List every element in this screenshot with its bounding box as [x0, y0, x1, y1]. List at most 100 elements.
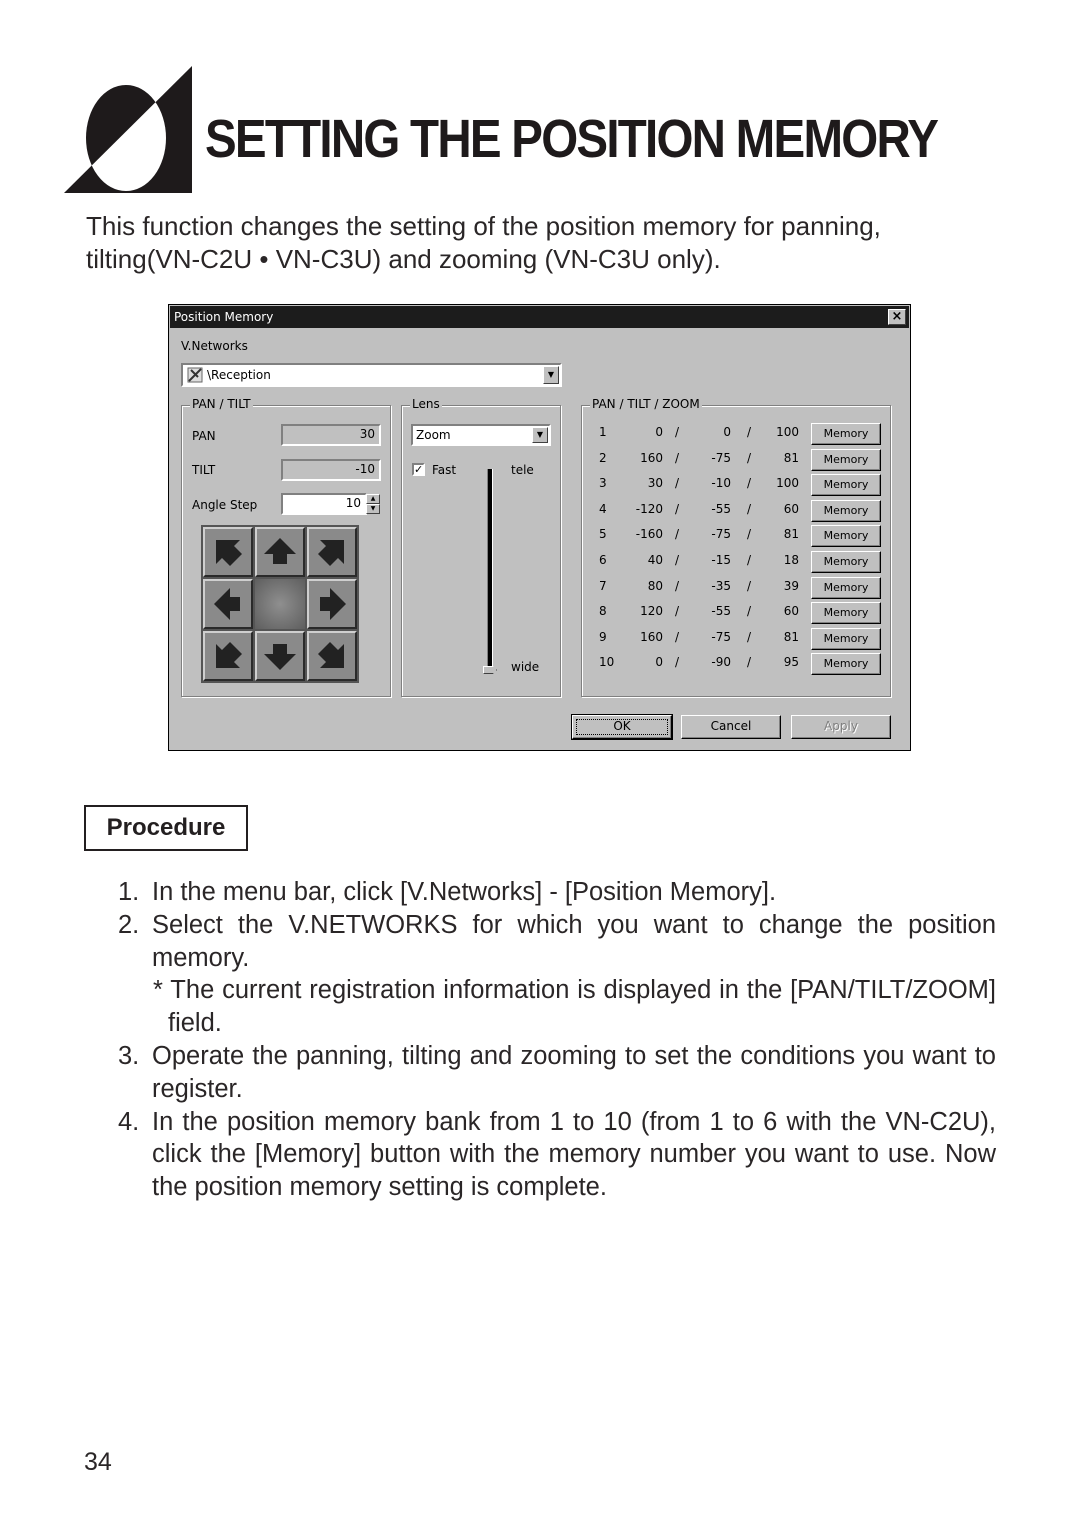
step-number: 2. — [118, 910, 140, 939]
step-number: 3. — [118, 1041, 140, 1070]
zoom-slider-track[interactable] — [487, 469, 493, 673]
memory-button-2[interactable]: Memory — [811, 448, 881, 471]
memory-zoom: 81 — [783, 450, 799, 465]
move-up-left-button[interactable] — [203, 527, 253, 577]
memory-button-7[interactable]: Memory — [811, 576, 881, 599]
separator: / — [747, 425, 752, 439]
move-left-button[interactable] — [203, 579, 253, 629]
position-memory-dialog: Position Memory × V.Networks \Reception … — [168, 304, 911, 751]
memory-number: 1 — [599, 425, 607, 439]
memory-row: 9 160 / -75 / 81 Memory — [599, 627, 889, 650]
page-title: SETTING THE POSITION MEMORY — [205, 109, 939, 169]
memory-row: 5 -160 / -75 / 81 Memory — [599, 525, 889, 548]
memory-pan: 160 — [640, 629, 663, 644]
memory-button-10[interactable]: Memory — [811, 653, 881, 676]
memory-pan: -160 — [635, 527, 663, 542]
arrow-down-right-icon — [318, 642, 344, 668]
memory-tilt: -75 — [711, 450, 731, 465]
memory-row: 6 40 / -15 / 18 Memory — [599, 551, 889, 573]
memory-tilt: -75 — [711, 629, 731, 644]
step-text: In the menu bar, click [V.Networks] - [P… — [152, 878, 777, 906]
separator: / — [747, 553, 752, 567]
memory-button-5[interactable]: Memory — [811, 525, 881, 548]
memory-number: 3 — [599, 476, 607, 491]
move-down-right-button[interactable] — [307, 631, 357, 681]
separator: / — [675, 476, 680, 491]
move-right-button[interactable] — [307, 579, 357, 629]
memory-button-4[interactable]: Memory — [811, 499, 881, 522]
fast-checkbox[interactable]: ✓ — [412, 463, 425, 476]
pan-label: PAN — [192, 429, 216, 443]
memory-row: 8 120 / -55 / 60 Memory — [599, 602, 889, 625]
memory-button-6[interactable]: Memory — [811, 551, 881, 573]
procedure-step: 3. Operate the panning, tilting and zoomi… — [118, 1040, 996, 1106]
move-up-right-button[interactable] — [307, 527, 357, 577]
memory-number: 7 — [599, 578, 607, 593]
arrow-down-icon — [264, 644, 296, 670]
fast-label: Fast — [432, 463, 457, 477]
memory-zoom: 60 — [783, 501, 799, 516]
dialog-titlebar[interactable]: Position Memory × — [170, 306, 909, 328]
memory-button-9[interactable]: Memory — [811, 627, 881, 650]
memory-zoom: 95 — [783, 655, 799, 670]
memory-row: 2 160 / -75 / 81 Memory — [599, 448, 889, 471]
close-button[interactable]: × — [888, 309, 906, 325]
separator: / — [675, 501, 680, 516]
step-number: 1. — [118, 878, 140, 906]
arrow-right-icon — [320, 588, 346, 620]
memory-number: 8 — [599, 604, 607, 619]
memory-number: 4 — [599, 501, 607, 516]
separator: / — [675, 655, 680, 670]
arrow-up-left-icon — [216, 540, 242, 566]
step-text: Select the V.NETWORKS for which you want… — [152, 910, 996, 972]
memory-pan: 30 — [647, 476, 663, 491]
move-down-left-button[interactable] — [203, 631, 253, 681]
lens-mode-select[interactable]: Zoom ▼ — [411, 424, 551, 446]
procedure-step: 1. In the menu bar, click [V.Networks] - … — [118, 876, 996, 909]
memory-zoom: 39 — [783, 578, 799, 593]
separator: / — [747, 501, 752, 516]
cancel-button[interactable]: Cancel — [681, 715, 781, 739]
move-up-button[interactable] — [255, 527, 305, 577]
vnetworks-select[interactable]: \Reception ▼ — [181, 363, 562, 387]
intro-text: This function changes the setting of the… — [86, 211, 881, 274]
memory-button-8[interactable]: Memory — [811, 602, 881, 625]
memory-button-3[interactable]: Memory — [811, 474, 881, 497]
lens-mode-value: Zoom — [416, 428, 451, 442]
procedure-note: * The current registration information i… — [153, 976, 996, 1038]
angle-step-label: Angle Step — [192, 498, 258, 512]
pan-value-field: 30 — [281, 424, 381, 446]
procedure-step: 4. In the position memory bank from 1 to … — [118, 1106, 996, 1204]
apply-button[interactable]: Apply — [791, 715, 891, 739]
chevron-down-icon[interactable]: ▼ — [532, 427, 548, 443]
wide-label: wide — [511, 660, 540, 674]
separator: / — [747, 655, 752, 670]
camera-icon — [186, 366, 204, 384]
separator: / — [747, 527, 752, 542]
lens-legend: Lens — [410, 397, 442, 411]
lens-group: Lens — [401, 397, 561, 697]
arrow-left-icon — [214, 588, 240, 620]
memory-zoom: 100 — [776, 425, 799, 439]
vnetworks-value: \Reception — [207, 368, 271, 382]
memory-pan: 0 — [655, 425, 663, 439]
memory-pan: 80 — [647, 578, 663, 593]
angle-step-spinner[interactable]: ▲ ▼ — [366, 494, 380, 514]
step-text: In the position memory bank from 1 to 10… — [152, 1107, 996, 1202]
separator: / — [675, 450, 680, 465]
move-down-button[interactable] — [255, 631, 305, 681]
page-number: 34 — [84, 1448, 112, 1476]
memory-button-1[interactable]: Memory — [811, 423, 881, 445]
memory-tilt: -15 — [711, 553, 731, 567]
memory-row: 1 0 / 0 / 100 Memory — [599, 423, 889, 445]
angle-step-input[interactable]: 10 — [281, 493, 367, 515]
memory-zoom: 100 — [776, 476, 799, 491]
memory-row: 10 0 / -90 / 95 Memory — [599, 653, 889, 676]
spin-up-icon[interactable]: ▲ — [366, 494, 380, 504]
separator: / — [747, 476, 752, 491]
ok-button[interactable]: OK — [571, 714, 673, 740]
memory-tilt: -55 — [711, 501, 731, 516]
spin-down-icon[interactable]: ▼ — [366, 504, 380, 514]
memory-tilt: -35 — [711, 578, 731, 593]
chevron-down-icon[interactable]: ▼ — [543, 366, 559, 384]
